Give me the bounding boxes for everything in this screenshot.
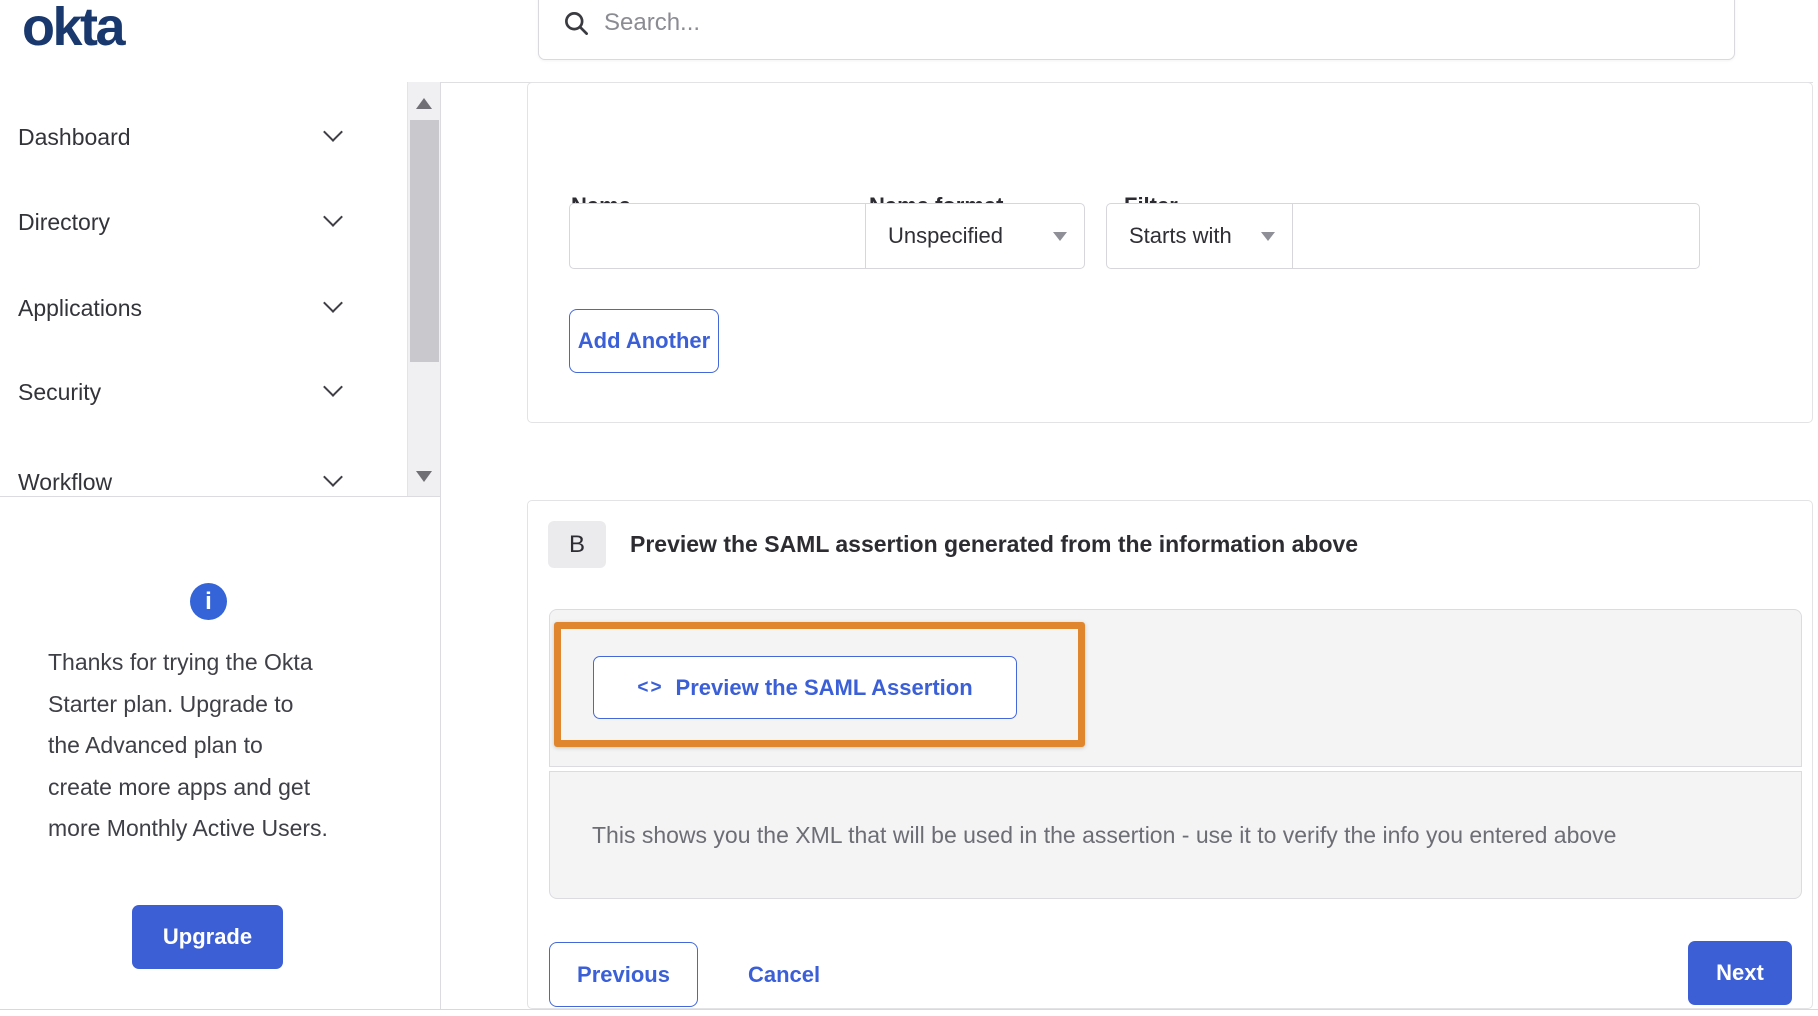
sidebar-item-directory[interactable]: Directory bbox=[0, 192, 408, 252]
sidebar-item-label: Security bbox=[18, 379, 101, 406]
plan-notice-line: the Advanced plan to bbox=[48, 725, 388, 767]
add-another-button[interactable]: Add Another bbox=[569, 309, 719, 373]
chevron-down-icon bbox=[323, 467, 343, 487]
chevron-down-icon bbox=[323, 377, 343, 397]
chevron-down-icon bbox=[323, 122, 343, 142]
name-format-selected-value: Unspecified bbox=[888, 223, 1003, 249]
next-button[interactable]: Next bbox=[1688, 941, 1792, 1005]
scrollbar-thumb[interactable] bbox=[410, 120, 439, 362]
sidebar-nav: Dashboard Directory Applications Securit… bbox=[0, 82, 440, 497]
preview-saml-assertion-button[interactable]: <> Preview the SAML Assertion bbox=[593, 656, 1017, 719]
name-format-select[interactable]: Unspecified bbox=[865, 203, 1085, 269]
plan-notice-line: create more apps and get bbox=[48, 767, 388, 809]
step-b-badge: B bbox=[548, 521, 606, 568]
search-icon bbox=[563, 10, 590, 37]
search-input[interactable] bbox=[604, 9, 1734, 37]
preview-note-text: This shows you the XML that will be used… bbox=[592, 822, 1616, 849]
preview-section-heading: Preview the SAML assertion generated fro… bbox=[630, 521, 1358, 568]
chevron-down-icon bbox=[323, 293, 343, 313]
left-column: Dashboard Directory Applications Securit… bbox=[0, 82, 441, 1009]
sidebar-scrollbar[interactable] bbox=[407, 82, 440, 496]
scroll-down-icon[interactable] bbox=[416, 471, 432, 482]
upgrade-button[interactable]: Upgrade bbox=[132, 905, 283, 969]
sidebar-item-label: Dashboard bbox=[18, 124, 131, 151]
preview-saml-card: B Preview the SAML assertion generated f… bbox=[527, 500, 1813, 1009]
sidebar-item-security[interactable]: Security bbox=[0, 362, 408, 422]
sidebar-item-dashboard[interactable]: Dashboard bbox=[0, 107, 408, 167]
scroll-up-icon[interactable] bbox=[416, 98, 432, 109]
sidebar-item-applications[interactable]: Applications bbox=[0, 278, 408, 338]
previous-button[interactable]: Previous bbox=[549, 942, 698, 1007]
okta-logo: okta bbox=[22, 0, 123, 58]
attribute-name-input[interactable] bbox=[569, 203, 866, 269]
code-icon: <> bbox=[637, 677, 663, 699]
sidebar-item-label: Applications bbox=[18, 295, 142, 322]
preview-note-panel: This shows you the XML that will be used… bbox=[549, 771, 1802, 899]
dropdown-caret-icon bbox=[1053, 232, 1067, 241]
plan-notice: Thanks for trying the Okta Starter plan.… bbox=[48, 642, 388, 850]
plan-notice-line: Starter plan. Upgrade to bbox=[48, 684, 388, 726]
filter-type-selected-value: Starts with bbox=[1129, 223, 1232, 249]
attribute-statements-card: Name Name format (optional) Filter Unspe… bbox=[527, 82, 1813, 423]
filter-value-input[interactable] bbox=[1292, 203, 1700, 269]
filter-type-select[interactable]: Starts with bbox=[1106, 203, 1293, 269]
sidebar-item-workflow[interactable]: Workflow bbox=[0, 452, 408, 512]
plan-notice-line: more Monthly Active Users. bbox=[48, 808, 388, 850]
chevron-down-icon bbox=[323, 207, 343, 227]
sidebar-item-label: Directory bbox=[18, 209, 110, 236]
cancel-link[interactable]: Cancel bbox=[748, 942, 820, 1007]
plan-notice-line: Thanks for trying the Okta bbox=[48, 642, 388, 684]
preview-button-label: Preview the SAML Assertion bbox=[676, 675, 973, 701]
sidebar-item-label: Workflow bbox=[18, 469, 112, 496]
viewport-bottom-divider bbox=[0, 1009, 1818, 1010]
dropdown-caret-icon bbox=[1261, 232, 1275, 241]
global-search[interactable] bbox=[538, 0, 1735, 60]
info-icon: i bbox=[190, 583, 227, 620]
